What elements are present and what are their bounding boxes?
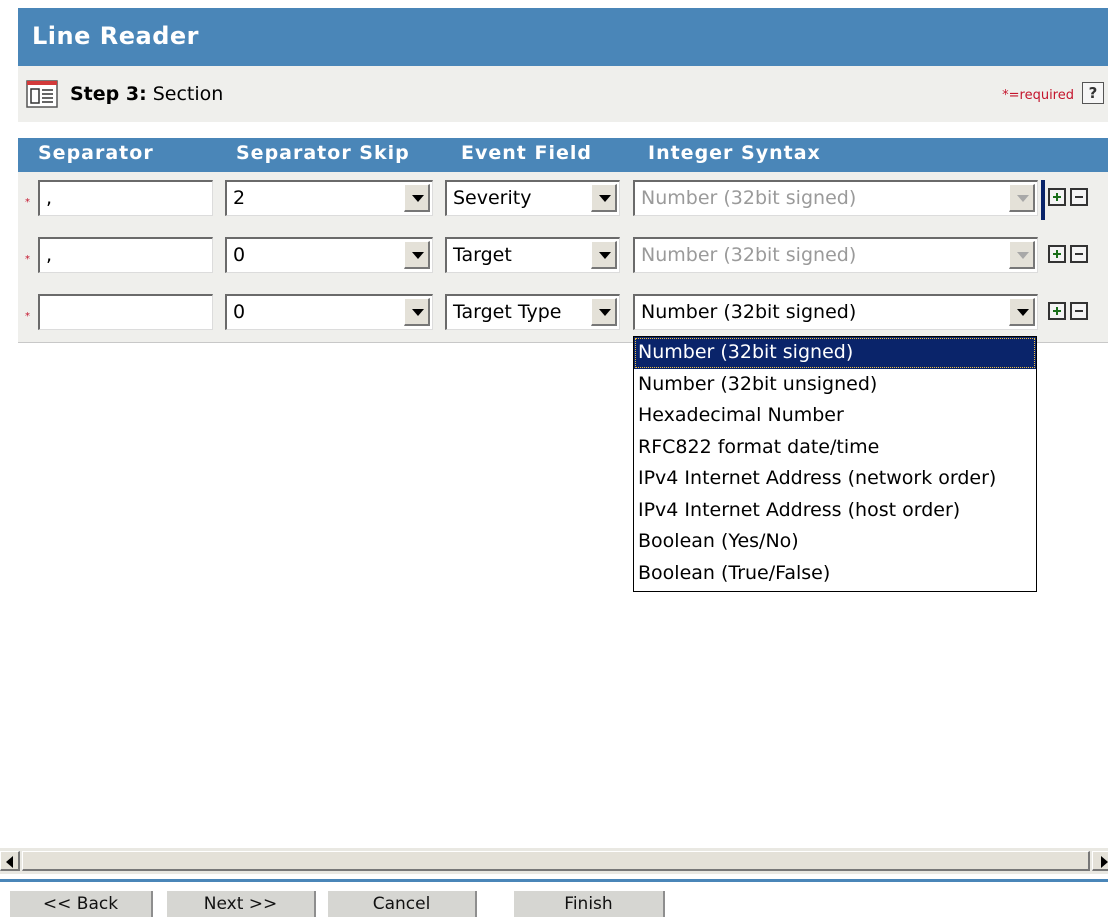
- separator-skip-select[interactable]: 0: [225, 294, 433, 330]
- chevron-down-icon[interactable]: [404, 298, 430, 326]
- option-hexadecimal-number[interactable]: Hexadecimal Number: [634, 400, 1036, 432]
- event-field-select[interactable]: Severity: [445, 180, 620, 216]
- help-icon[interactable]: ?: [1082, 82, 1104, 104]
- chevron-down-icon[interactable]: [591, 241, 617, 269]
- step-name: Section: [152, 83, 224, 105]
- add-row-button[interactable]: [1048, 302, 1066, 320]
- horizontal-scrollbar[interactable]: [0, 848, 1108, 874]
- next-button[interactable]: Next >>: [167, 891, 316, 917]
- table-row: * , 2 Severity Number (32bit signed): [18, 175, 1108, 220]
- integer-syntax-select[interactable]: Number (32bit signed): [633, 294, 1038, 330]
- separator-skip-select[interactable]: 2: [225, 180, 433, 216]
- section-icon: [26, 80, 58, 108]
- column-header-separator-skip: Separator Skip: [236, 142, 410, 164]
- title-bar: Line Reader: [18, 8, 1108, 66]
- remove-row-button[interactable]: [1070, 245, 1088, 263]
- step-title: Step 3: Section: [70, 83, 223, 105]
- window-title: Line Reader: [32, 22, 199, 50]
- chevron-down-icon[interactable]: [404, 184, 430, 212]
- finish-button[interactable]: Finish: [514, 891, 665, 917]
- event-field-value: Severity: [453, 187, 532, 209]
- separator-skip-select[interactable]: 0: [225, 237, 433, 273]
- chevron-down-icon[interactable]: [404, 241, 430, 269]
- grid-header: Separator Separator Skip Event Field Int…: [18, 138, 1108, 172]
- option-rfc822-date-time[interactable]: RFC822 format date/time: [634, 432, 1036, 464]
- back-button[interactable]: << Back: [10, 891, 153, 917]
- chevron-down-icon: [1009, 241, 1035, 269]
- separator-skip-value: 0: [233, 301, 246, 323]
- add-row-button[interactable]: [1048, 188, 1066, 206]
- integer-syntax-value: Number (32bit signed): [641, 187, 857, 209]
- add-row-button[interactable]: [1048, 245, 1066, 263]
- required-marker: *: [25, 197, 30, 208]
- separator-skip-value: 2: [233, 187, 246, 209]
- event-field-value: Target: [453, 244, 512, 266]
- column-header-event-field: Event Field: [461, 142, 592, 164]
- event-field-select[interactable]: Target Type: [445, 294, 620, 330]
- footer-divider: [0, 879, 1108, 882]
- separator-skip-value: 0: [233, 244, 246, 266]
- integer-syntax-options-list[interactable]: Number (32bit signed) Number (32bit unsi…: [633, 336, 1037, 592]
- option-boolean-true-false[interactable]: Boolean (True/False): [634, 558, 1036, 590]
- scroll-right-icon[interactable]: [1092, 851, 1108, 871]
- integer-syntax-select: Number (32bit signed): [633, 237, 1038, 273]
- required-marker: *: [25, 254, 30, 265]
- step-number: Step 3:: [70, 83, 147, 105]
- integer-syntax-select: Number (32bit signed): [633, 180, 1038, 216]
- chevron-down-icon[interactable]: [591, 298, 617, 326]
- integer-syntax-value: Number (32bit signed): [641, 244, 857, 266]
- option-boolean-yes-no[interactable]: Boolean (Yes/No): [634, 526, 1036, 558]
- table-row: * 0 Target Type Number (32bit signed): [18, 289, 1108, 333]
- row-focus-indicator: [1041, 180, 1045, 220]
- scrollbar-thumb[interactable]: [22, 851, 1090, 871]
- separator-input[interactable]: [38, 294, 213, 330]
- separator-input[interactable]: ,: [38, 237, 213, 273]
- required-marker: *: [25, 311, 30, 322]
- chevron-down-icon[interactable]: [591, 184, 617, 212]
- event-field-select[interactable]: Target: [445, 237, 620, 273]
- table-row: * , 0 Target Number (32bit signed): [18, 232, 1108, 276]
- scroll-left-icon[interactable]: [0, 851, 20, 871]
- option-ipv4-host-order[interactable]: IPv4 Internet Address (host order): [634, 495, 1036, 527]
- cancel-button[interactable]: Cancel: [328, 891, 477, 917]
- section-grid: Separator Separator Skip Event Field Int…: [18, 138, 1108, 343]
- step-bar: Step 3: Section *=required ?: [18, 66, 1108, 122]
- column-header-integer-syntax: Integer Syntax: [648, 142, 821, 164]
- option-ipv4-network-order[interactable]: IPv4 Internet Address (network order): [634, 463, 1036, 495]
- option-number-32bit-unsigned[interactable]: Number (32bit unsigned): [634, 369, 1036, 401]
- chevron-down-icon[interactable]: [1009, 298, 1035, 326]
- remove-row-button[interactable]: [1070, 302, 1088, 320]
- remove-row-button[interactable]: [1070, 188, 1088, 206]
- column-header-separator: Separator: [38, 142, 154, 164]
- chevron-down-icon: [1009, 184, 1035, 212]
- event-field-value: Target Type: [453, 301, 562, 323]
- separator-input[interactable]: ,: [38, 180, 213, 216]
- required-legend: *=required: [1002, 88, 1074, 103]
- option-number-32bit-signed[interactable]: Number (32bit signed): [634, 337, 1036, 369]
- integer-syntax-value: Number (32bit signed): [641, 301, 857, 323]
